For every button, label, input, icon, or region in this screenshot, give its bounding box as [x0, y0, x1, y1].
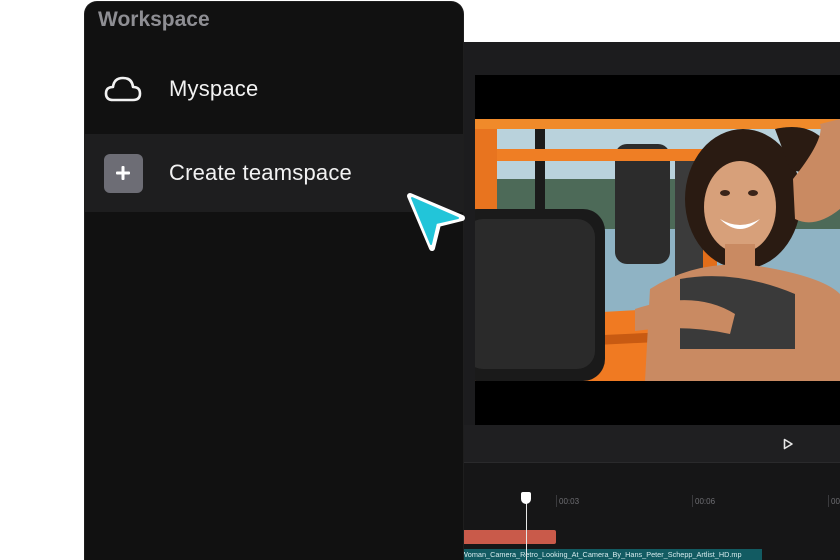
- playhead-handle[interactable]: [521, 492, 531, 504]
- timeline-tick: 00:06: [695, 497, 716, 506]
- tick-line: [692, 495, 693, 507]
- tick-line: [556, 495, 557, 507]
- cloud-icon: [103, 69, 143, 109]
- preview-frame-image: [475, 119, 840, 381]
- video-clip[interactable]: Woman_Camera_Retro_Looking_At_Camera_By_…: [440, 549, 762, 560]
- video-preview[interactable]: [475, 75, 840, 425]
- workspace-panel: Workspace Myspace Create teamspace: [85, 2, 463, 560]
- play-icon: [783, 438, 793, 450]
- menu-item-label: Myspace: [169, 76, 259, 101]
- timeline[interactable]: [440, 463, 840, 560]
- timeline-tick: 00:03: [559, 497, 580, 506]
- pointer-cursor-icon: [407, 193, 465, 251]
- play-button[interactable]: [780, 436, 796, 452]
- menu-item-label: Create teamspace: [169, 160, 352, 185]
- panel-title: Workspace: [98, 8, 210, 31]
- timeline-tick: 00:0: [831, 497, 840, 506]
- plus-icon: [103, 153, 143, 193]
- menu-item-myspace[interactable]: Myspace: [85, 50, 463, 128]
- playhead-line: [526, 500, 527, 560]
- tick-line: [828, 495, 829, 507]
